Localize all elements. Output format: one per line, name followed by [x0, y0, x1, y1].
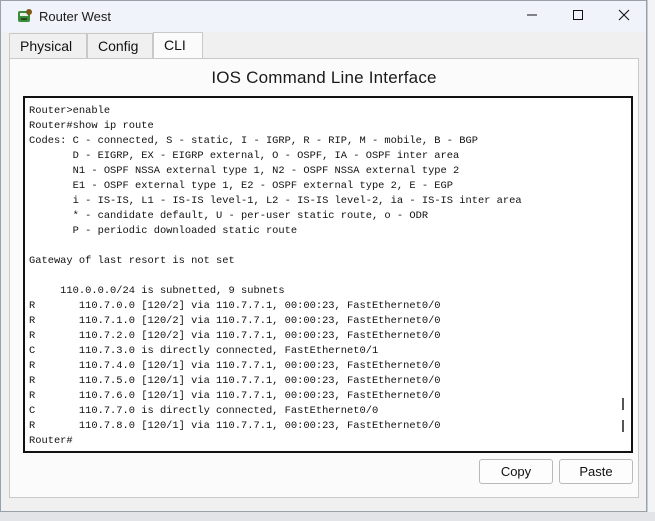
terminal-line: C 110.7.7.0 is directly connected, FastE… [29, 405, 379, 417]
close-icon [618, 8, 630, 26]
terminal-line: R 110.7.8.0 [120/1] via 110.7.7.1, 00:00… [29, 420, 441, 432]
terminal-line: D - EIGRP, EX - EIGRP external, O - OSPF… [29, 150, 460, 162]
terminal-line: E1 - OSPF external type 1, E2 - OSPF ext… [29, 180, 454, 192]
terminal-line: * - candidate default, U - per-user stat… [29, 210, 429, 222]
terminal-line: R 110.7.0.0 [120/2] via 110.7.7.1, 00:00… [29, 300, 441, 312]
tab-bar: Physical Config CLI [9, 32, 639, 59]
scrollbar-thumb-lower[interactable] [622, 420, 624, 432]
terminal-output: Router>enable Router#show ip route Codes: … [29, 104, 617, 449]
title-bar[interactable]: Router West [1, 1, 646, 32]
terminal-line: R 110.7.5.0 [120/1] via 110.7.7.1, 00:00… [29, 375, 441, 387]
window-title: Router West [39, 9, 112, 24]
terminal-line: R 110.7.2.0 [120/2] via 110.7.7.1, 00:00… [29, 330, 441, 342]
terminal-line: C 110.7.3.0 is directly connected, FastE… [29, 345, 379, 357]
terminal-line: Router>enable [29, 105, 111, 117]
terminal-line: Codes: C - connected, S - static, I - IG… [29, 135, 478, 147]
router-window: Router West Physical Config CLI IOS Comm… [0, 0, 647, 512]
copy-button[interactable]: Copy [479, 459, 553, 484]
tab-cli[interactable]: CLI [153, 32, 203, 59]
terminal-line: Router#show ip route [29, 120, 154, 132]
tab-config[interactable]: Config [87, 33, 153, 58]
minimize-icon [526, 8, 538, 26]
terminal-line: i - IS-IS, L1 - IS-IS level-1, L2 - IS-I… [29, 195, 522, 207]
terminal-line: Router# [29, 435, 73, 447]
tab-physical[interactable]: Physical [9, 33, 87, 58]
minimize-button[interactable] [509, 1, 555, 32]
cli-terminal[interactable]: Router>enable Router#show ip route Codes: … [23, 96, 633, 453]
scrollbar-thumb[interactable] [622, 398, 624, 410]
panel-title: IOS Command Line Interface [211, 68, 437, 87]
terminal-line: R 110.7.4.0 [120/1] via 110.7.7.1, 00:00… [29, 360, 441, 372]
close-button[interactable] [601, 1, 647, 32]
background-app-edge [647, 0, 655, 521]
terminal-line: N1 - OSPF NSSA external type 1, N2 - OSP… [29, 165, 460, 177]
terminal-line: R 110.7.6.0 [120/1] via 110.7.7.1, 00:00… [29, 390, 441, 402]
terminal-line: P - periodic downloaded static route [29, 225, 298, 237]
terminal-line: R 110.7.1.0 [120/2] via 110.7.7.1, 00:00… [29, 315, 441, 327]
maximize-button[interactable] [555, 1, 601, 32]
paste-button[interactable]: Paste [559, 459, 633, 484]
maximize-icon [572, 8, 584, 26]
background-app-bottom [0, 512, 655, 521]
terminal-line: Gateway of last resort is not set [29, 255, 235, 267]
terminal-line: 110.0.0.0/24 is subnetted, 9 subnets [29, 285, 285, 297]
router-app-icon [17, 8, 33, 24]
cli-panel: IOS Command Line Interface Router>enable… [9, 58, 639, 498]
